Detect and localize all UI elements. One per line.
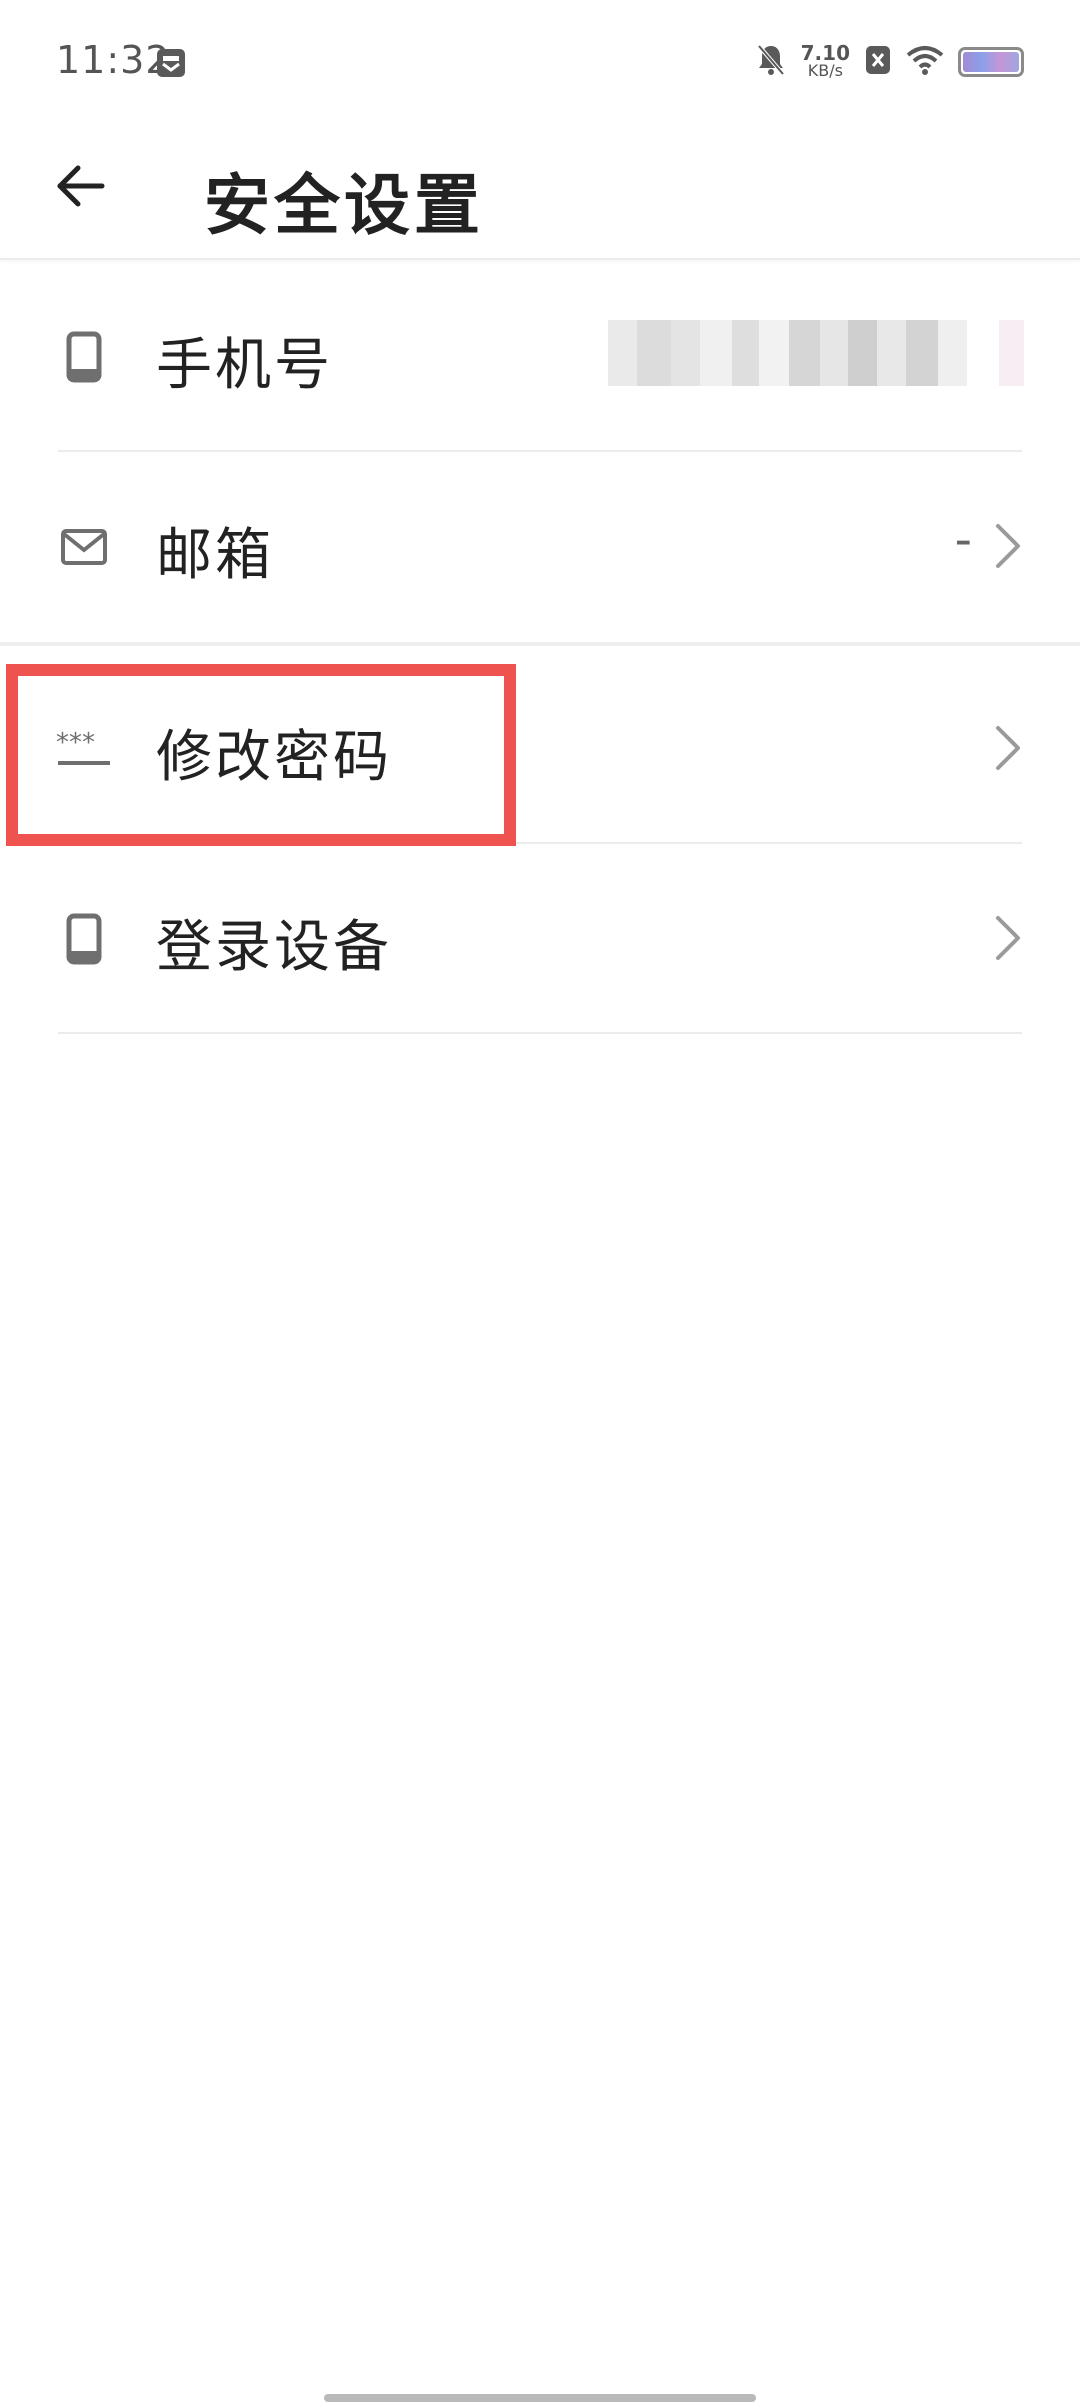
row-email[interactable]: 邮箱 -: [0, 452, 1080, 642]
status-time: 11:32: [56, 38, 171, 82]
mute-bell-icon: [755, 43, 787, 81]
phone-number-value-masked: [608, 320, 1024, 386]
status-icons: 7.10 KB/s: [755, 42, 1024, 82]
back-arrow-icon: [57, 165, 105, 207]
device-icon: [56, 904, 112, 974]
battery-icon: [958, 47, 1024, 77]
row-phone-number[interactable]: 手机号: [0, 262, 1080, 452]
no-sim-icon: [864, 44, 892, 80]
highlight-annotation-box: [6, 664, 516, 846]
network-speed: 7.10 KB/s: [800, 41, 850, 80]
chevron-right-icon: [996, 524, 1020, 568]
row-divider: [58, 1032, 1022, 1034]
group-separator: [0, 642, 1080, 654]
phone-icon: [56, 322, 112, 392]
settings-list: 手机号 邮箱 - *** 修改密码 登录设备: [0, 262, 1080, 1034]
notification-app-icon: [156, 48, 186, 78]
row-login-devices[interactable]: 登录设备: [0, 844, 1080, 1034]
network-speed-value: 7.10: [800, 41, 850, 65]
app-header: 安全设置: [0, 120, 1080, 260]
status-bar: 11:32 7.10 KB/s: [0, 0, 1080, 120]
row-label-email: 邮箱: [156, 523, 274, 588]
network-speed-unit: KB/s: [807, 61, 843, 80]
home-indicator[interactable]: [324, 2394, 756, 2402]
back-button[interactable]: [44, 150, 116, 222]
wifi-icon: [906, 45, 944, 79]
chevron-right-icon: [996, 916, 1020, 960]
mail-icon: [56, 512, 112, 582]
row-label-login-devices: 登录设备: [156, 915, 392, 980]
row-label-phone: 手机号: [156, 333, 333, 398]
email-value: -: [954, 512, 972, 568]
page-title: 安全设置: [204, 167, 484, 244]
chevron-right-icon: [996, 726, 1020, 770]
battery-fill: [963, 52, 1019, 72]
